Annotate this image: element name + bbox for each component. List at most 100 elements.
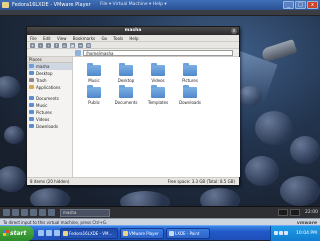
folder-item-documents[interactable]: Documents xyxy=(112,85,140,105)
wallpaper-bubble xyxy=(30,188,70,206)
desktop-icon xyxy=(29,71,34,75)
paint-icon xyxy=(169,231,174,236)
detail-view-icon[interactable]: ☰ xyxy=(86,42,91,48)
sidebar-item-trash[interactable]: Trash xyxy=(27,77,72,84)
sidebar-item-documents[interactable]: Documents xyxy=(27,95,72,102)
taskbar-button-player[interactable]: VMware Player xyxy=(120,228,164,239)
file-manager-window[interactable]: masha x File Edit View Bookmarks Go Tool… xyxy=(26,26,240,185)
back-icon[interactable]: ‹ xyxy=(38,42,43,48)
window-title: masha xyxy=(124,28,142,33)
trash-icon xyxy=(29,78,34,82)
folder-icon xyxy=(119,85,133,98)
folder-icon xyxy=(183,63,197,76)
menu-file[interactable]: File xyxy=(30,36,37,41)
folder-item-templates[interactable]: Templates xyxy=(144,85,172,105)
sidebar-item-videos[interactable]: Videos xyxy=(27,116,72,123)
folder-icon xyxy=(183,85,197,98)
places-sidebar: Places masha Desktop Trash Applications … xyxy=(27,57,73,177)
folder-icon xyxy=(151,63,165,76)
wallpaper-bubble xyxy=(245,156,279,186)
terminal-launcher-icon[interactable] xyxy=(21,209,28,216)
forward-icon[interactable]: › xyxy=(46,42,51,48)
sidebar-item-desktop[interactable]: Desktop xyxy=(27,70,72,77)
sidebar-item-pictures[interactable]: Pictures xyxy=(27,109,72,116)
vmware-title-bar[interactable]: Fedora16LXDE - VMware Player File ▾ Virt… xyxy=(0,0,320,10)
toolbar: + ‹ › ↑ ⌂ ▦ ≡ ☰ xyxy=(27,42,239,49)
folder-item-public[interactable]: Public xyxy=(80,85,108,105)
folder-icon xyxy=(119,63,133,76)
menu-go[interactable]: Go xyxy=(101,36,107,41)
icon-view-icon[interactable]: ▦ xyxy=(70,42,75,48)
menu-launcher-icon[interactable] xyxy=(3,209,10,216)
menu-bookmarks[interactable]: Bookmarks xyxy=(73,36,95,41)
folder-icon xyxy=(29,117,34,121)
wallpaper-ship xyxy=(260,39,298,63)
vmware-window-title: Fedora16LXDE - VMware Player xyxy=(12,2,91,8)
path-input[interactable]: /home/masha xyxy=(83,50,233,56)
wallpaper-bubble xyxy=(200,188,240,206)
sidebar-item-home[interactable]: masha xyxy=(27,63,72,70)
wallpaper-bubble xyxy=(255,111,293,145)
guest-task-button[interactable]: masha xyxy=(60,209,110,217)
close-button[interactable]: x xyxy=(307,1,318,9)
up-icon[interactable]: ↑ xyxy=(54,42,59,48)
folder-icon xyxy=(29,96,34,100)
wallpaper-bubble xyxy=(4,126,24,144)
list-view-icon[interactable]: ≡ xyxy=(78,42,83,48)
file-manager-launcher-icon[interactable] xyxy=(12,209,19,216)
workspace-icon[interactable] xyxy=(48,209,55,216)
menu-view[interactable]: View xyxy=(57,36,67,41)
volume-icon[interactable] xyxy=(279,231,283,235)
show-desktop-icon[interactable] xyxy=(46,230,52,236)
home-icon[interactable]: ⌂ xyxy=(62,42,67,48)
menu-help[interactable]: Help xyxy=(129,36,138,41)
window-close-button[interactable]: x xyxy=(231,28,237,34)
network-monitor xyxy=(290,209,300,216)
folder-icon xyxy=(151,85,165,98)
guest-clock: 22:00 xyxy=(305,210,318,215)
item-count: 8 items (20 hidden) xyxy=(30,179,70,184)
menu-bar: File Edit View Bookmarks Go Tools Help xyxy=(27,35,239,42)
file-view: Music Desktop Videos Pictures Public Doc… xyxy=(74,57,240,177)
desktop-switch-icon[interactable] xyxy=(39,209,46,216)
vmware-app-icon xyxy=(63,231,68,236)
menu-tools[interactable]: Tools xyxy=(113,36,123,41)
sidebar-item-downloads[interactable]: Downloads xyxy=(27,123,72,130)
folder-item-desktop[interactable]: Desktop xyxy=(112,63,140,83)
folder-icon xyxy=(87,63,101,76)
folder-item-videos[interactable]: Videos xyxy=(144,63,172,83)
status-bar: 8 items (20 hidden) Free space: 3.3 GB (… xyxy=(27,177,239,185)
new-tab-icon[interactable]: + xyxy=(30,42,35,48)
start-button[interactable]: start xyxy=(0,226,34,241)
wallpaper-bubble xyxy=(0,166,26,192)
taskbar-button-paint[interactable]: LXDE - Paint xyxy=(166,228,210,239)
wallpaper-bubble xyxy=(290,136,320,164)
browser-launcher-icon[interactable] xyxy=(30,209,37,216)
network-icon[interactable] xyxy=(274,231,278,235)
folder-item-pictures[interactable]: Pictures xyxy=(176,63,204,83)
vmware-app-icon xyxy=(123,231,128,236)
taskbar-button-vmware[interactable]: Fedora16LXDE - VM... xyxy=(60,228,118,239)
folder-item-downloads[interactable]: Downloads xyxy=(176,85,204,105)
quick-launch xyxy=(38,230,60,236)
security-icon[interactable] xyxy=(284,231,288,235)
vmware-app-icon xyxy=(2,2,9,8)
folder-item-music[interactable]: Music xyxy=(80,63,108,83)
taskbar-clock: 10:04 PM xyxy=(296,231,317,236)
applications-icon xyxy=(29,85,34,89)
sidebar-item-music[interactable]: Music xyxy=(27,102,72,109)
windows-taskbar: start Fedora16LXDE - VM... VMware Player… xyxy=(0,225,320,241)
maximize-button[interactable]: □ xyxy=(295,1,306,9)
ie-icon[interactable] xyxy=(38,230,44,236)
free-space: Free space: 3.3 GB (Total: 8.5 GB) xyxy=(167,179,235,184)
path-bar: /home/masha xyxy=(27,49,239,57)
folder-icon xyxy=(29,124,34,128)
vmware-menu[interactable]: File ▾ Virtual Machine ▾ Help ▾ xyxy=(100,0,167,10)
file-manager-title-bar[interactable]: masha x xyxy=(27,27,239,35)
sidebar-item-applications[interactable]: Applications xyxy=(27,84,72,91)
menu-edit[interactable]: Edit xyxy=(43,36,51,41)
guest-bottom-panel: masha 22:00 xyxy=(0,206,320,218)
vmware-hint-bar: To direct input to this virtual machine,… xyxy=(0,218,320,226)
folder-icon xyxy=(29,110,34,114)
minimize-button[interactable]: _ xyxy=(283,1,294,9)
